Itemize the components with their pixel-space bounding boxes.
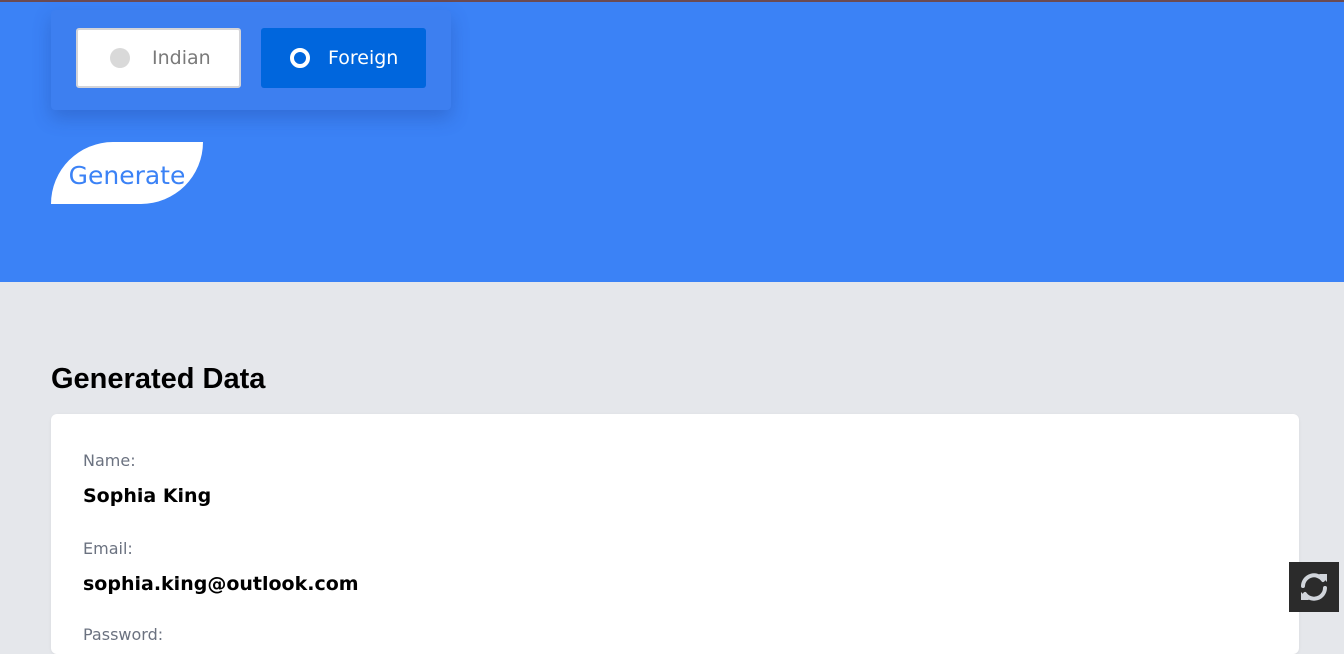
option-foreign[interactable]: Foreign xyxy=(261,28,426,88)
name-value: Sophia King xyxy=(83,485,212,507)
generate-button-label: Generate xyxy=(68,160,186,190)
refresh-button[interactable] xyxy=(1289,562,1339,612)
password-label: Password: xyxy=(83,625,164,644)
option-indian[interactable]: Indian xyxy=(76,28,241,88)
radio-unselected-icon xyxy=(110,48,130,68)
email-label: Email: xyxy=(83,539,133,558)
generated-data-card: Name: Sophia King Email: sophia.king@out… xyxy=(51,414,1299,654)
radio-selected-icon xyxy=(290,48,310,68)
generate-button[interactable]: Generate xyxy=(51,142,203,204)
nationality-toggle: Indian Foreign xyxy=(51,10,451,110)
option-foreign-label: Foreign xyxy=(328,47,399,69)
section-title: Generated Data xyxy=(51,363,266,395)
email-value: sophia.king@outlook.com xyxy=(83,573,359,595)
hero-banner: Indian Foreign Generate xyxy=(0,2,1344,282)
name-label: Name: xyxy=(83,451,136,470)
refresh-icon xyxy=(1301,573,1327,601)
option-indian-label: Indian xyxy=(152,47,211,69)
